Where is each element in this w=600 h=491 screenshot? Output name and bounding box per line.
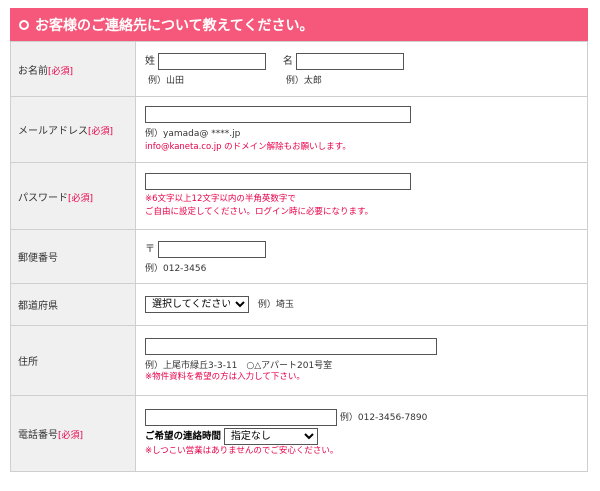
contact-time-select[interactable]: 指定なし [223,428,318,445]
row-name: お名前[必須] 姓 例）山田 名 例）太郎 [10,41,588,97]
first-name-group: 名 例）太郎 [283,52,404,86]
row-password: パスワード[必須] ※6文字以上12文字以内の半角英数字で ご自由に設定してくだ… [10,162,588,230]
row-email: メールアドレス[必須] 例）yamada@ ****.jp info@kanet… [10,96,588,163]
form-header: お客様のご連絡先について教えてください。 [10,8,588,41]
password-note-2: ご自由に設定してください。ログイン時に必要になります。 [145,207,374,217]
row-prefecture: 都道府県 選択してください 例）埼玉 [10,283,588,326]
password-label: パスワード [18,192,68,204]
email-label: メールアドレス [18,126,88,137]
contact-time-label: ご希望の連絡時間 [145,431,222,442]
form-title: お客様のご連絡先について教えてください。 [35,17,314,34]
zip-example: 例）012-3456 [145,263,207,274]
row-phone: 電話番号[必須] 例）012-3456-7890 ご希望の連絡時間 指定なし ※… [10,395,588,472]
email-field-cell: 例）yamada@ ****.jp info@kaneta.co.jp のドメイ… [135,96,588,163]
phone-field-cell: 例）012-3456-7890 ご希望の連絡時間 指定なし ※しつこい営業はあり… [135,395,588,472]
circle-bullet-icon [19,19,29,30]
address-label-cell: 住所 [10,325,136,396]
last-name-example: 例）山田 [148,76,185,86]
prefecture-field-cell: 選択してください 例）埼玉 [135,283,588,326]
address-example: 例）上尾市緑丘3-3-11 ○△アパート201号室 [145,360,333,371]
phone-required-badge: [必須] [58,431,84,441]
email-example: 例）yamada@ ****.jp [145,128,241,139]
password-label-cell: パスワード[必須] [10,162,136,230]
phone-label-cell: 電話番号[必須] [10,395,136,472]
phone-note: ※しつこい営業はありませんのでご安心ください。 [145,446,339,456]
password-required-badge: [必須] [68,193,94,204]
prefecture-label: 都道府県 [18,301,58,312]
password-note-1: ※6文字以上12文字以内の半角英数字で [145,194,296,204]
zip-input[interactable] [158,240,266,258]
name-label: お名前 [18,65,48,77]
zip-field-cell: 〒 例）012-3456 [135,229,588,284]
phone-label: 電話番号 [18,430,58,441]
postal-mark-icon: 〒 [145,243,155,255]
email-required-badge: [必須] [88,127,114,137]
last-name-group: 姓 例）山田 [145,52,266,86]
address-note: ※物件資料を希望の方は入力して下さい。 [145,371,305,382]
first-name-input[interactable] [295,53,404,70]
last-name-label: 姓 [145,56,155,67]
address-label: 住所 [18,357,38,368]
row-zip: 郵便番号 〒 例）012-3456 [10,229,588,284]
zip-label: 郵便番号 [18,253,58,264]
row-address: 住所 例）上尾市緑丘3-3-11 ○△アパート201号室 ※物件資料を希望の方は… [10,325,588,396]
name-label-cell: お名前[必須] [10,41,136,97]
phone-input[interactable] [145,409,337,426]
prefecture-label-cell: 都道府県 [10,283,136,326]
address-field-cell: 例）上尾市緑丘3-3-11 ○△アパート201号室 ※物件資料を希望の方は入力し… [135,325,588,396]
form-table: お名前[必須] 姓 例）山田 名 例）太郎 メールアドレス[必須] 例）yama… [10,41,588,472]
email-domain-note: info@kaneta.co.jp のドメイン解除もお願いします。 [145,141,351,152]
contact-time-row: ご希望の連絡時間 指定なし [145,428,587,445]
address-input[interactable] [145,337,437,355]
email-input[interactable] [145,105,411,123]
zip-label-cell: 郵便番号 [10,229,136,284]
password-field-cell: ※6文字以上12文字以内の半角英数字で ご自由に設定してください。ログイン時に必… [135,162,588,230]
password-input[interactable] [145,173,411,190]
first-name-example: 例）太郎 [285,76,322,86]
first-name-label: 名 [282,56,293,67]
name-required-badge: [必須] [48,66,74,77]
prefecture-example: 例）埼玉 [257,300,294,310]
last-name-input[interactable] [158,53,266,70]
contact-form: お客様のご連絡先について教えてください。 お名前[必須] 姓 例）山田 名 例）… [10,8,588,472]
phone-input-row: 例）012-3456-7890 [145,409,587,426]
prefecture-select[interactable]: 選択してください [145,296,249,313]
email-label-cell: メールアドレス[必須] [10,96,136,163]
phone-example: 例）012-3456-7890 [339,413,428,423]
name-field-cell: 姓 例）山田 名 例）太郎 [135,41,588,97]
